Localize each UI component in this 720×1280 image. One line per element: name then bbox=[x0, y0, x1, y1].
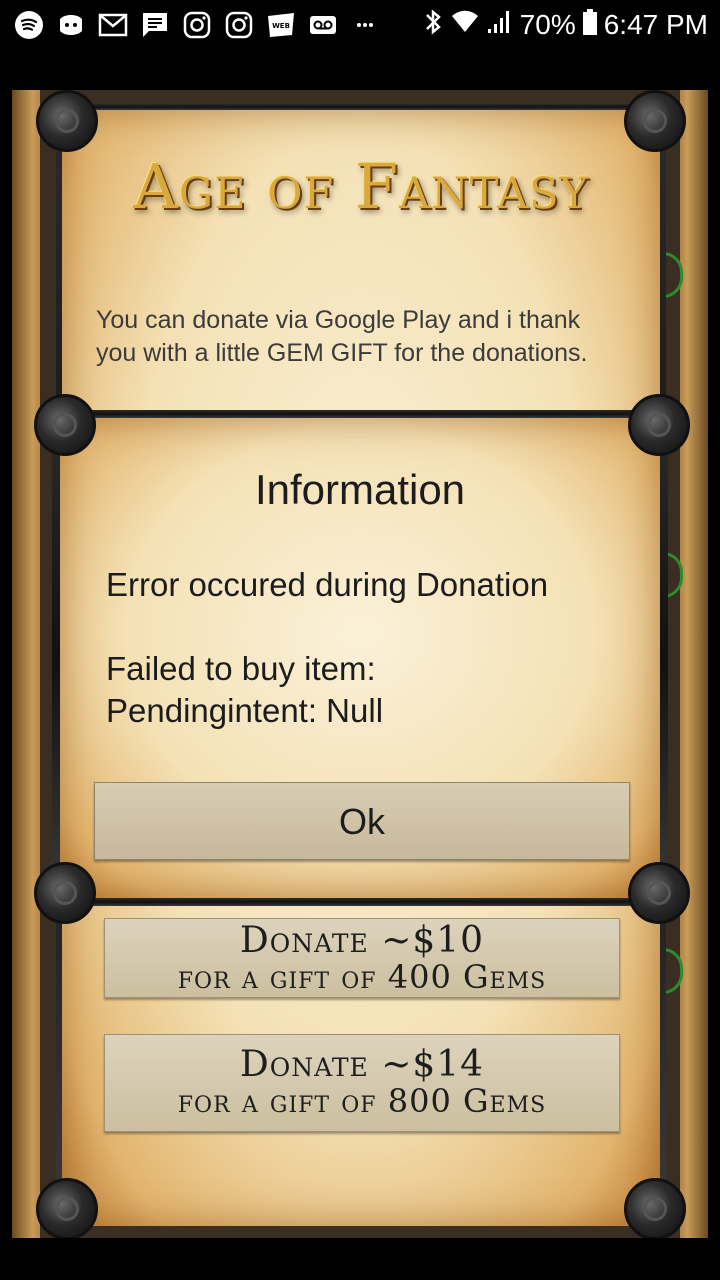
signal-icon bbox=[486, 7, 514, 44]
dialog-frame-right bbox=[660, 410, 668, 906]
voicemail-icon bbox=[308, 10, 338, 40]
clock: 6:47 PM bbox=[603, 9, 708, 40]
frame-corner-ornament bbox=[36, 1178, 98, 1240]
system-status: 70% 6:47 PM bbox=[422, 6, 708, 44]
discord-icon bbox=[56, 10, 86, 40]
donate-10-button[interactable]: Donate ~$10 for a gift of 400 Gems bbox=[104, 918, 620, 998]
gmail-icon bbox=[98, 10, 128, 40]
message-icon bbox=[140, 10, 170, 40]
navigation-bar bbox=[0, 1238, 720, 1280]
frame-corner-ornament bbox=[34, 394, 96, 456]
pending-intent-message: Pendingintent: Null bbox=[106, 692, 384, 729]
frame-corner-ornament bbox=[624, 1178, 686, 1240]
donation-intro-text: You can donate via Google Play and i tha… bbox=[96, 306, 588, 367]
donate-14-button[interactable]: Donate ~$14 for a gift of 800 Gems bbox=[104, 1034, 620, 1132]
ok-button[interactable]: Ok bbox=[94, 782, 630, 860]
dialog-message: Error occured during Donation Failed to … bbox=[106, 564, 626, 732]
donate-button-amount: Donate ~$14 bbox=[239, 1044, 485, 1085]
panel-frame-top bbox=[62, 104, 660, 110]
svg-text:WEB: WEB bbox=[272, 22, 290, 30]
instagram-icon bbox=[182, 10, 212, 40]
dialog-frame-top bbox=[60, 410, 660, 418]
dialog-title: Information bbox=[254, 466, 466, 513]
wifi-icon bbox=[450, 7, 480, 44]
frame-corner-ornament bbox=[34, 862, 96, 924]
error-message: Error occured during Donation bbox=[106, 566, 549, 603]
battery-percentage: 70% bbox=[519, 9, 576, 40]
frame-corner-ornament bbox=[628, 394, 690, 456]
more-icon bbox=[350, 10, 380, 40]
donate-button-gift: for a gift of 800 Gems bbox=[177, 1082, 547, 1120]
frame-corner-ornament bbox=[628, 862, 690, 924]
game-logo: Age of Fantasy bbox=[133, 150, 589, 223]
battery-icon bbox=[582, 7, 598, 44]
frame-corner-ornament bbox=[624, 90, 686, 152]
donate-button-gift: for a gift of 400 Gems bbox=[177, 958, 547, 996]
frame-corner-ornament bbox=[36, 90, 98, 152]
dialog-frame-bottom bbox=[60, 898, 660, 906]
dialog-frame-left bbox=[52, 410, 60, 906]
instagram-icon bbox=[224, 10, 254, 40]
webtoon-icon: WEB bbox=[266, 10, 296, 40]
failure-message: Failed to buy item: bbox=[106, 650, 376, 687]
bluetooth-icon bbox=[422, 7, 444, 44]
spotify-icon bbox=[14, 10, 44, 40]
donate-button-amount: Donate ~$10 bbox=[239, 920, 485, 961]
status-bar: WEB 70% 6:47 PM bbox=[0, 0, 720, 50]
notification-icons: WEB bbox=[14, 8, 380, 42]
